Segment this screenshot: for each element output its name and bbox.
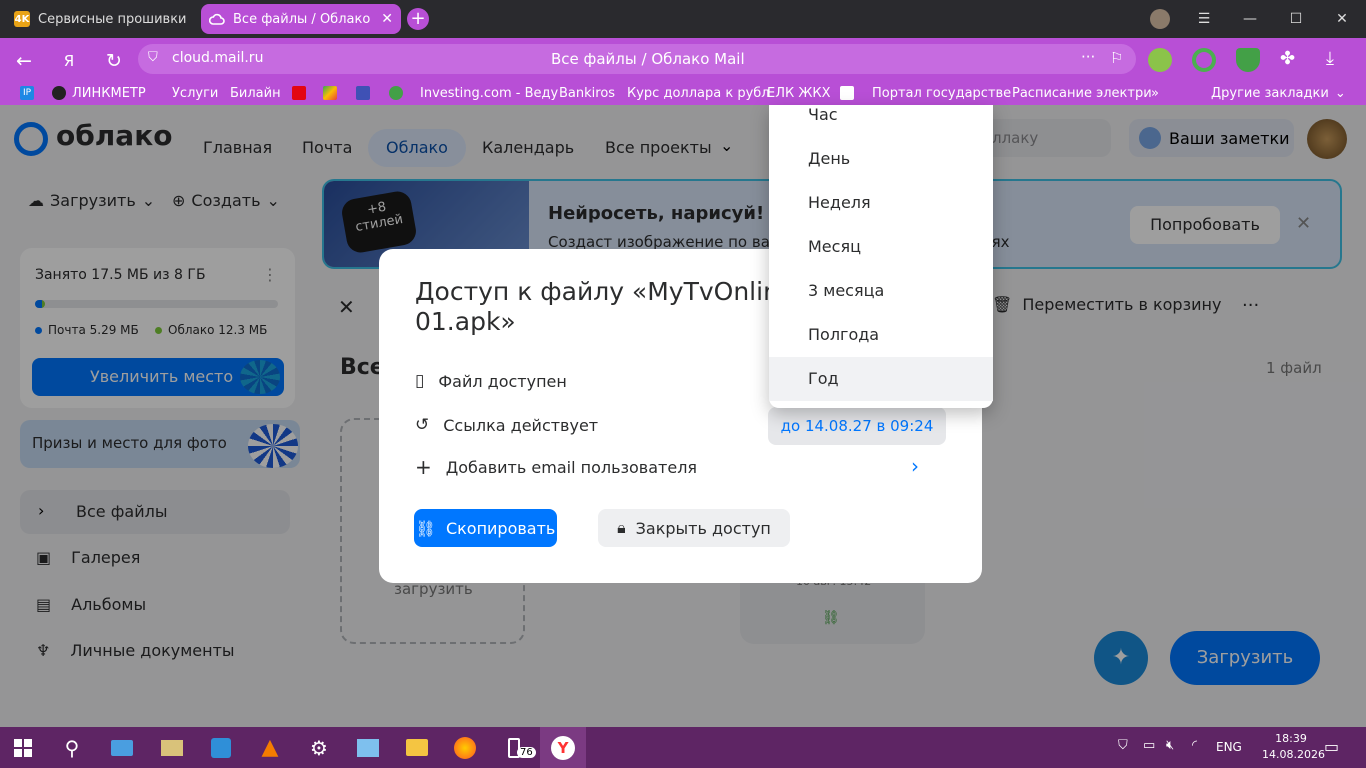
bookmark-mts-icon[interactable] <box>292 84 306 102</box>
close-tab-icon[interactable]: ✕ <box>381 11 393 27</box>
bookmark-ip[interactable]: IP <box>20 84 34 102</box>
lock-icon: 🔒︎ <box>617 518 626 537</box>
file-explorer-icon[interactable] <box>394 727 440 768</box>
shield-icon: ⛉ <box>148 50 158 65</box>
app-control-panel-icon[interactable] <box>345 727 391 768</box>
minimize-icon[interactable]: — <box>1227 0 1273 38</box>
app-badge: 76 <box>517 747 536 758</box>
modal-title: Доступ к файлу «MyTvOnline 01.apk» <box>415 277 795 336</box>
link-valid-row: ↺ Ссылка действует <box>415 415 599 435</box>
more-icon[interactable]: ··· <box>1081 48 1095 66</box>
bookmark-linkmetr[interactable]: ЛИНКМЕТР <box>52 84 146 102</box>
url-text: cloud.mail.ru <box>172 50 264 66</box>
globe-extension-icon[interactable] <box>1148 48 1172 72</box>
download-icon[interactable]: ⤓ <box>1326 48 1334 69</box>
back-icon[interactable]: ← <box>10 47 38 75</box>
expiry-dropdown: Час День Неделя Месяц 3 месяца Полгода Г… <box>769 105 993 408</box>
link-icon: ⛓ <box>415 518 436 538</box>
tab-cloud-mail[interactable]: Все файлы / Облако Mail ✕ <box>201 4 401 34</box>
bookmark-investing[interactable]: Investing.com - Веду <box>420 84 558 102</box>
settings-icon[interactable]: ⚙ <box>296 727 342 768</box>
app-blue-icon[interactable] <box>99 727 145 768</box>
copy-link-button[interactable]: ⛓ Скопировать <box>414 509 557 547</box>
maximize-icon[interactable]: ☐ <box>1273 0 1319 38</box>
bookmark-play-icon[interactable] <box>323 84 337 102</box>
bookmark-beeline[interactable]: Билайн <box>230 84 281 102</box>
option-month[interactable]: Месяц <box>769 225 993 269</box>
menu-icon[interactable]: ☰ <box>1181 0 1227 38</box>
option-hour[interactable]: Час <box>769 93 993 137</box>
other-bookmarks[interactable]: Другие закладки ⌄ <box>1211 84 1346 102</box>
tab-label: Все файлы / Облако Mail <box>233 11 373 27</box>
address-bar[interactable]: ⛉ cloud.mail.ru Все файлы / Облако Mail … <box>138 44 1136 74</box>
expiry-select[interactable]: до 14.08.27 в 09:24 <box>768 407 946 445</box>
add-email-row[interactable]: + Добавить email пользователя <box>415 455 697 479</box>
chevron-right-icon[interactable]: › <box>911 454 919 478</box>
windows-taskbar: ⚲ ▲ ⚙ 76 Y ⛉ ▭ 🔇︎ ◜ ENG 18:39 14.08.2026… <box>0 727 1366 768</box>
vlc-icon[interactable]: ▲ <box>247 727 293 768</box>
new-tab-button[interactable]: + <box>407 8 429 30</box>
cloud-icon <box>209 11 225 27</box>
notification-icon[interactable]: ▭ <box>1324 737 1339 756</box>
app-photos-icon[interactable] <box>198 727 244 768</box>
plus-icon: + <box>415 455 432 479</box>
tab-label: Сервисные прошивки дл <box>38 11 188 27</box>
bookmark-green-icon[interactable] <box>389 84 403 102</box>
windows-start-icon[interactable] <box>0 727 46 768</box>
yandex-icon[interactable]: Я <box>55 47 83 75</box>
bookmark-services[interactable]: Услуги <box>172 84 218 102</box>
reload-icon[interactable]: ↻ <box>100 47 128 75</box>
app-books-icon[interactable] <box>149 727 195 768</box>
bookmark-schedule[interactable]: Расписание электри <box>1012 84 1152 102</box>
search-icon[interactable]: ⚲ <box>49 727 95 768</box>
history-icon: ↺ <box>415 415 430 435</box>
security-tray-icon[interactable]: ⛉ <box>1118 738 1128 753</box>
option-year[interactable]: Год <box>769 357 993 401</box>
close-window-icon[interactable]: ✕ <box>1319 0 1365 38</box>
bookmarks-more[interactable]: » <box>1151 84 1159 102</box>
file-icon: ▯ <box>415 371 425 391</box>
option-week[interactable]: Неделя <box>769 181 993 225</box>
firefox-icon[interactable] <box>442 727 488 768</box>
option-day[interactable]: День <box>769 137 993 181</box>
mute-tray-icon[interactable]: 🔇︎ <box>1166 738 1174 753</box>
4k-favicon-icon: 4K <box>14 11 30 27</box>
file-available-row[interactable]: ▯ Файл доступен <box>415 369 567 393</box>
profile-avatar[interactable] <box>1150 9 1170 29</box>
bookmark-flag-icon[interactable] <box>356 84 370 102</box>
bookmark-dollar[interactable]: Курс доллара к рубл <box>627 84 770 102</box>
browser-titlebar: 4K Сервисные прошивки дл Все файлы / Обл… <box>0 0 1366 38</box>
option-3-months[interactable]: 3 месяца <box>769 269 993 313</box>
page-title-text: Все файлы / Облако Mail <box>551 50 745 68</box>
circle-extension-icon[interactable] <box>1192 48 1216 72</box>
bookmark-icon[interactable]: ⚐ <box>1110 49 1123 67</box>
tab-firmware[interactable]: 4K Сервисные прошивки дл <box>6 4 196 34</box>
yandex-browser-icon[interactable]: Y <box>540 727 586 768</box>
language-indicator[interactable]: ENG <box>1216 740 1242 754</box>
shield-extension-icon[interactable] <box>1236 48 1260 72</box>
chevron-down-icon: ⌄ <box>1334 85 1346 101</box>
bookmark-bankiros[interactable]: Bankiros <box>559 84 615 102</box>
clock[interactable]: 18:39 14.08.2026 <box>1262 731 1325 763</box>
wifi-tray-icon[interactable]: ◜ <box>1192 738 1197 753</box>
battery-tray-icon[interactable]: ▭ <box>1143 738 1155 753</box>
close-access-button[interactable]: 🔒︎ Закрыть доступ <box>598 509 790 547</box>
option-half-year[interactable]: Полгода <box>769 313 993 357</box>
battery-app-icon[interactable]: 76 <box>491 727 537 768</box>
extensions-icon[interactable]: ✤ <box>1280 48 1295 69</box>
